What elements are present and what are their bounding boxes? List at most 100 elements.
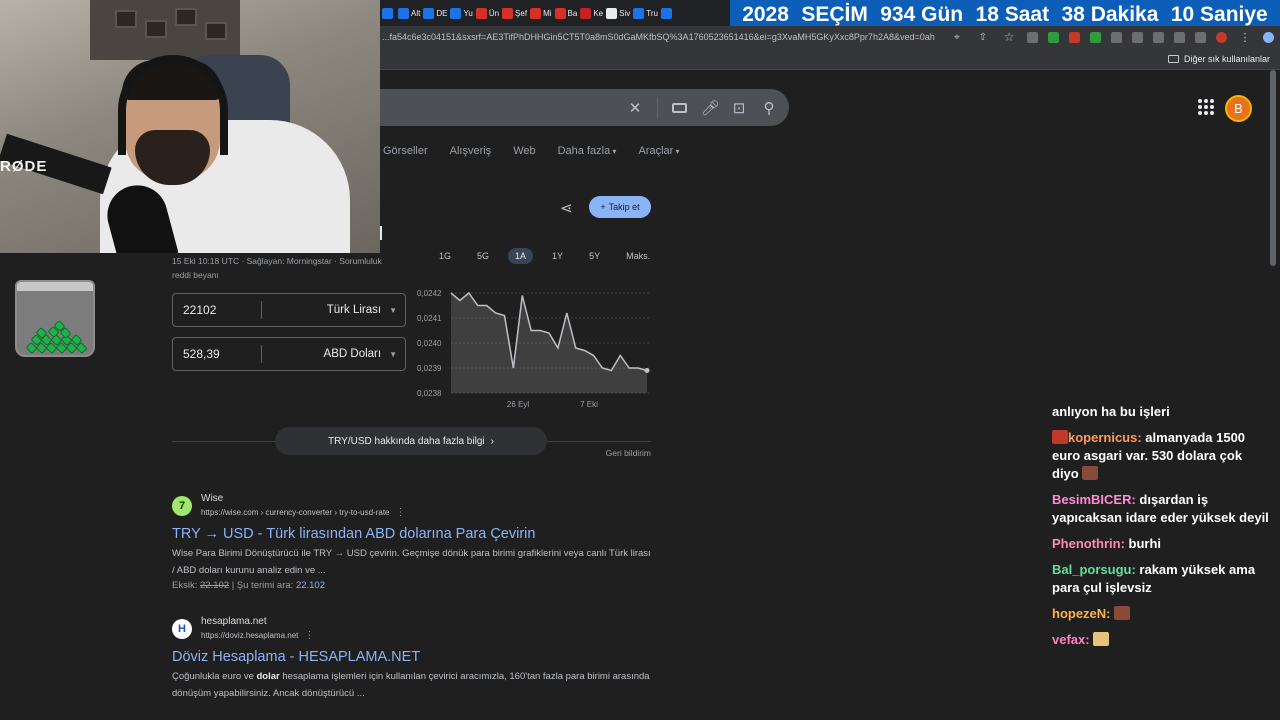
browser-tab[interactable]: DE <box>423 7 447 19</box>
result-title-link[interactable]: TRY → USD - Türk lirasından ABD dolarına… <box>172 526 652 542</box>
exchange-rate-chart[interactable]: 0,0242 0,0241 0,0240 0,0239 0,0238 26 Eyl 7 Ek… <box>413 283 653 413</box>
location-icon[interactable]: ⌖ <box>949 32 965 43</box>
picture-frame <box>205 22 227 40</box>
rate-source: 15 Eki 10:18 UTC · Sağlayan: Morningstar… <box>172 254 402 282</box>
news-icon <box>382 7 393 19</box>
extension-icon[interactable] <box>1111 31 1122 43</box>
tab-more[interactable]: Daha fazla <box>558 145 617 157</box>
address-bar[interactable]: ...fa54c6e3c04151&sxsrf=AE3TifPhDHHGin5C… <box>380 26 1280 48</box>
clear-search-icon[interactable]: ✕ <box>627 99 643 117</box>
browser-tab[interactable]: Ün <box>475 7 499 19</box>
search-bar[interactable]: ✕ 🎤︎ ⊡ ⚲ <box>380 89 789 126</box>
y-tick-label: 0,0238 <box>417 389 442 398</box>
chat-username[interactable]: kopernicus: <box>1068 430 1145 445</box>
range-max[interactable]: Maks. <box>619 248 657 264</box>
range-1m[interactable]: 1A <box>508 248 534 264</box>
browser-tab[interactable]: Mi <box>530 7 552 19</box>
url-text[interactable]: ...fa54c6e3c04151&sxsrf=AE3TifPhDHHGin5C… <box>380 32 935 42</box>
stream-chat: anlıyon ha bu işleri kopernicus: almanya… <box>1052 403 1272 657</box>
profile-icon[interactable] <box>1216 31 1227 43</box>
browser-tab[interactable] <box>660 7 674 19</box>
chat-message: anlıyon ha bu işleri <box>1052 403 1272 421</box>
range-1d[interactable]: 1G <box>432 248 458 264</box>
from-currency-select[interactable]: Türk Lirası <box>262 304 389 316</box>
countdown-title: SEÇİM <box>801 2 868 26</box>
result-site-name[interactable]: hesaplama.net <box>201 616 314 627</box>
follow-button[interactable]: + Takip et <box>589 196 651 218</box>
chevron-down-icon[interactable]: ▼ <box>389 350 405 359</box>
to-amount-input[interactable]: 528,39 <box>173 345 262 363</box>
puzzle-icon[interactable] <box>1174 31 1185 43</box>
result-url[interactable]: https://doviz.hesaplama.net <box>201 631 298 640</box>
chevron-down-icon[interactable]: ▼ <box>389 306 405 315</box>
browser-tab[interactable]: Yu <box>450 7 473 19</box>
converter-to: 528,39 ABD Doları ▼ <box>172 337 406 371</box>
keyboard-icon[interactable] <box>672 102 687 113</box>
chat-username[interactable]: vefax: <box>1052 632 1093 647</box>
range-5d[interactable]: 5G <box>470 248 496 264</box>
chat-username[interactable]: Phenothrin: <box>1052 536 1129 551</box>
google-apps-icon[interactable] <box>1198 99 1214 115</box>
countdown-seconds: 10 Saniye <box>1170 2 1268 26</box>
page-scrollbar[interactable] <box>1270 70 1276 266</box>
browser-tab[interactable]: Ke <box>580 7 603 19</box>
tab-images[interactable]: Görseller <box>383 145 428 157</box>
chat-username[interactable]: BesimBICER: <box>1052 492 1139 507</box>
tab-tools[interactable]: Araçlar <box>638 145 679 157</box>
tab-shopping[interactable]: Alışveriş <box>450 145 492 157</box>
chat-username[interactable]: Bal_porsugu: <box>1052 562 1139 577</box>
to-currency-select[interactable]: ABD Doları <box>262 348 389 360</box>
chat-message: Phenothrin: burhi <box>1052 535 1272 553</box>
other-bookmarks[interactable]: Diğer sık kullanılanlar <box>1184 54 1270 64</box>
chat-message: Bal_porsugu: rakam yüksek ama para çul i… <box>1052 561 1272 597</box>
range-5y[interactable]: 5Y <box>582 248 607 264</box>
missing-terms: Eksik: 22.102 | Şu terimi ara: 22.102 <box>172 580 652 591</box>
extension-icon[interactable] <box>1048 31 1059 43</box>
extension-icon[interactable] <box>1090 31 1101 43</box>
browser-tab[interactable]: Alt <box>398 7 420 19</box>
bookmark-star-icon[interactable]: ☆ <box>1001 30 1017 44</box>
more-options-icon[interactable]: ⋮ <box>304 630 314 641</box>
shield-icon[interactable] <box>1195 31 1206 43</box>
flag-icon <box>530 7 542 19</box>
assistant-icon[interactable] <box>1263 31 1274 43</box>
menu-kebab-icon[interactable]: ⋮ <box>1237 31 1253 44</box>
x-tick-label: 7 Eki <box>580 400 598 409</box>
search-divider <box>657 97 658 118</box>
share-icon[interactable]: ⋖ <box>560 199 573 217</box>
extension-icon[interactable] <box>1027 31 1038 43</box>
browser-tab[interactable]: Ba <box>554 7 577 19</box>
chat-username[interactable]: hopezeN: <box>1052 606 1114 621</box>
account-avatar[interactable]: B <box>1225 95 1252 122</box>
microphone-icon[interactable]: 🎤︎ <box>701 99 720 117</box>
rate-source-line2[interactable]: reddi beyanı <box>172 268 402 282</box>
extension-icon[interactable] <box>1153 31 1164 43</box>
browser-tab[interactable]: Şef <box>502 7 527 19</box>
browser-tab[interactable] <box>382 7 395 19</box>
extension-icon[interactable] <box>1069 31 1080 43</box>
from-amount-input[interactable]: 22102 <box>173 301 262 319</box>
lens-icon[interactable]: ⊡ <box>731 99 747 117</box>
chart-current-point <box>644 368 650 373</box>
chart-range-tabs: 1G 5G 1A 1Y 5Y Maks. <box>432 248 657 264</box>
chart-area <box>451 293 647 393</box>
feedback-link[interactable]: Geri bildirim <box>560 448 651 458</box>
range-1y[interactable]: 1Y <box>545 248 570 264</box>
wise-logo-icon: 7 <box>172 495 192 516</box>
browser-tab[interactable]: Siv <box>606 7 630 19</box>
extension-icon[interactable] <box>1132 31 1143 43</box>
result-url[interactable]: https://wise.com › currency-converter › … <box>201 508 390 517</box>
tab-label: Mi <box>543 8 552 18</box>
more-options-icon[interactable]: ⋮ <box>396 507 406 518</box>
more-info-button[interactable]: TRY/USD hakkında daha fazla bilgi › <box>275 427 547 455</box>
result-title-link[interactable]: Döviz Hesaplama - HESAPLAMA.NET <box>172 649 652 665</box>
chevron-right-icon: › <box>490 435 494 447</box>
browser-tab[interactable]: Tru <box>633 7 658 19</box>
tab-web[interactable]: Web <box>513 145 535 157</box>
chat-text: anlıyon ha bu işleri <box>1052 404 1170 419</box>
result-site-name[interactable]: Wise <box>201 493 406 504</box>
must-include-link[interactable]: 22.102 <box>296 580 325 591</box>
chat-message: vefax: <box>1052 631 1272 649</box>
share-page-icon[interactable]: ⇧ <box>975 32 991 43</box>
search-icon[interactable]: ⚲ <box>761 99 777 117</box>
